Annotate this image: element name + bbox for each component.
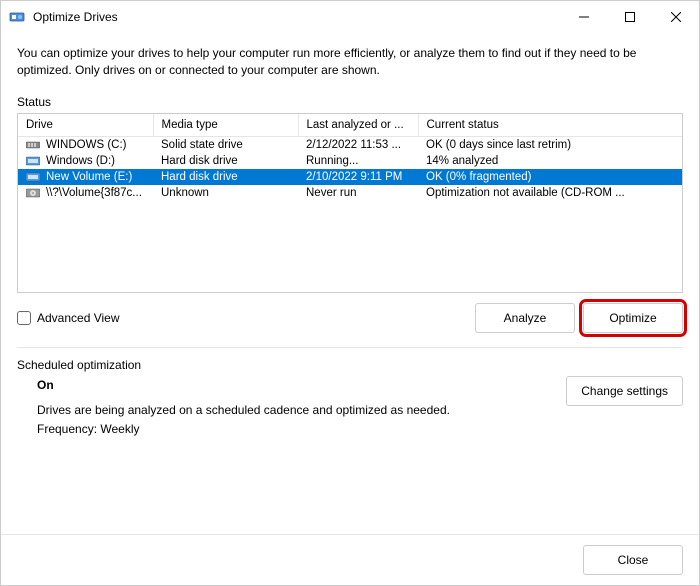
- analyze-button[interactable]: Analyze: [475, 303, 575, 333]
- optimize-drives-window: Optimize Drives You can optimize your dr…: [0, 0, 700, 586]
- titlebar: Optimize Drives: [1, 1, 699, 33]
- drive-media: Hard disk drive: [153, 153, 298, 169]
- drive-media: Solid state drive: [153, 136, 298, 153]
- schedule-on: On: [37, 376, 558, 395]
- drive-status: OK (0% fragmented): [418, 169, 682, 185]
- column-media[interactable]: Media type: [153, 114, 298, 137]
- drives-table: Drive Media type Last analyzed or ... Cu…: [18, 114, 682, 201]
- table-row[interactable]: WINDOWS (C:) Solid state drive2/12/2022 1…: [18, 136, 682, 153]
- drive-status: OK (0 days since last retrim): [418, 136, 682, 153]
- minimize-button[interactable]: [561, 1, 607, 33]
- table-row[interactable]: Windows (D:) Hard disk driveRunning...14%…: [18, 153, 682, 169]
- window-title: Optimize Drives: [33, 10, 561, 24]
- status-label: Status: [17, 95, 683, 109]
- drive-last-analyzed: 2/12/2022 11:53 ...: [298, 136, 418, 153]
- drives-table-container: Drive Media type Last analyzed or ... Cu…: [17, 113, 683, 293]
- drive-name: Windows (D:): [46, 155, 115, 167]
- drive-name: \\?\Volume{3f87c...: [46, 187, 142, 199]
- drive-icon: [26, 140, 40, 150]
- column-last-analyzed[interactable]: Last analyzed or ...: [298, 114, 418, 137]
- drive-name: WINDOWS (C:): [46, 139, 126, 151]
- app-icon: [9, 9, 25, 25]
- drive-icon: [26, 156, 40, 166]
- change-settings-button[interactable]: Change settings: [566, 376, 683, 406]
- drive-last-analyzed: Running...: [298, 153, 418, 169]
- actions-row: Advanced View Analyze Optimize: [17, 303, 683, 333]
- content-area: You can optimize your drives to help you…: [1, 33, 699, 534]
- maximize-button[interactable]: [607, 1, 653, 33]
- column-status[interactable]: Current status: [418, 114, 682, 137]
- close-window-button[interactable]: [653, 1, 699, 33]
- description-text: You can optimize your drives to help you…: [17, 45, 683, 79]
- drive-media: Hard disk drive: [153, 169, 298, 185]
- drive-name: New Volume (E:): [46, 171, 132, 183]
- table-row[interactable]: New Volume (E:) Hard disk drive2/10/2022 …: [18, 169, 682, 185]
- drive-status: 14% analyzed: [418, 153, 682, 169]
- schedule-label: Scheduled optimization: [17, 358, 683, 372]
- drive-icon: [26, 188, 40, 198]
- drive-icon: [26, 172, 40, 182]
- table-row[interactable]: \\?\Volume{3f87c... UnknownNever runOptim…: [18, 185, 682, 201]
- close-button[interactable]: Close: [583, 545, 683, 575]
- drive-media: Unknown: [153, 185, 298, 201]
- advanced-view-label: Advanced View: [37, 311, 120, 325]
- checkbox-icon: [17, 311, 31, 325]
- drive-status: Optimization not available (CD-ROM ...: [418, 185, 682, 201]
- schedule-frequency: Frequency: Weekly: [37, 420, 558, 439]
- schedule-text: On Drives are being analyzed on a schedu…: [17, 376, 558, 440]
- optimize-button[interactable]: Optimize: [583, 303, 683, 333]
- schedule-row: On Drives are being analyzed on a schedu…: [17, 376, 683, 440]
- drive-last-analyzed: Never run: [298, 185, 418, 201]
- footer: Close: [1, 534, 699, 585]
- divider: [17, 347, 683, 348]
- drive-last-analyzed: 2/10/2022 9:11 PM: [298, 169, 418, 185]
- schedule-desc: Drives are being analyzed on a scheduled…: [37, 401, 558, 420]
- advanced-view-checkbox[interactable]: Advanced View: [17, 311, 120, 325]
- column-drive[interactable]: Drive: [18, 114, 153, 137]
